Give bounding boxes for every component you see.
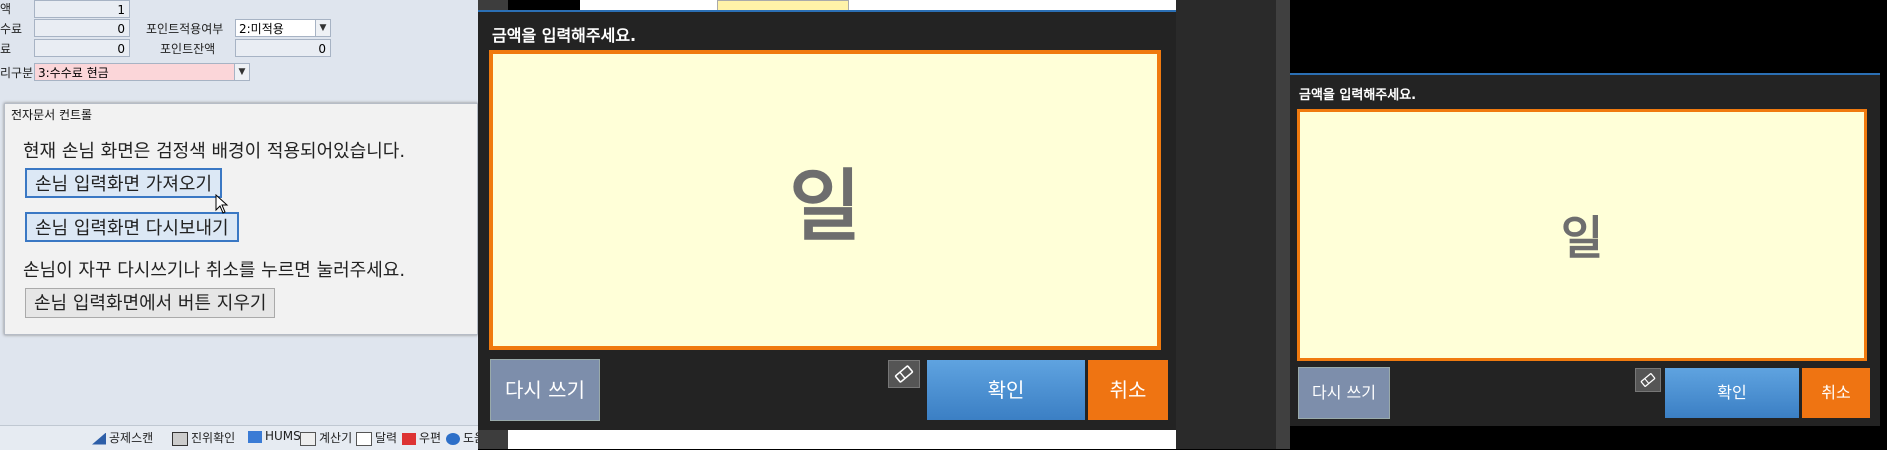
calendar-icon: [356, 431, 372, 446]
point-balance-field: 0: [235, 39, 331, 57]
status-item-calendar[interactable]: 달력: [356, 429, 397, 446]
amount-field[interactable]: 1: [34, 0, 130, 18]
status-item-mail[interactable]: 우편: [402, 429, 441, 446]
form-label-category: 리구분: [0, 66, 34, 80]
payment-form: 액 1 수료 0 포인트적용여부 2:미적용 ▼ 료 0 포인트잔액 0 리구분…: [0, 0, 348, 92]
handwriting-pad[interactable]: 일: [1297, 109, 1867, 361]
form-label-point-balance: 포인트잔액: [160, 42, 216, 56]
handwriting-pad[interactable]: 일: [489, 50, 1161, 350]
point-apply-select[interactable]: 2:미적용 ▼: [235, 19, 331, 37]
help-icon: [446, 432, 460, 445]
confirm-button[interactable]: 확인: [1665, 368, 1799, 418]
rewrite-button[interactable]: 다시 쓰기: [1298, 367, 1390, 419]
mouse-cursor-icon: [215, 194, 229, 214]
calculator-icon: [300, 431, 316, 446]
eraser-button[interactable]: [888, 360, 920, 388]
dialog-title: 전자문서 컨트롤: [11, 108, 93, 122]
resend-customer-screen-button[interactable]: 손님 입력화면 다시보내기: [25, 212, 239, 242]
category-value: 3:수수료 현금: [38, 66, 109, 80]
form-label-amount: 액: [0, 2, 12, 16]
category-select[interactable]: 3:수수료 현금 ▼: [34, 63, 250, 81]
cancel-button[interactable]: 취소: [1802, 368, 1870, 418]
customer-amount-input-panel: 금액을 입력해주세요. 일 다시 쓰기 확인 취소: [1290, 73, 1880, 426]
eraser-icon: [1640, 373, 1656, 387]
status-item-hums[interactable]: HUMS: [248, 429, 301, 443]
amount-input-panel: 금액을 입력해주세요. 일 다시 쓰기 확인 취소: [478, 10, 1176, 430]
chevron-down-icon: ▼: [315, 20, 330, 36]
cancel-button[interactable]: 취소: [1088, 360, 1168, 420]
mail-icon: [402, 432, 416, 445]
clear-customer-buttons-button[interactable]: 손님 입력화면에서 버튼 지우기: [25, 288, 276, 318]
e-document-control-dialog: 전자문서 컨트롤 현재 손님 화면은 검정색 배경이 적용되어있습니다. 손님 …: [4, 103, 478, 335]
eraser-icon: [894, 365, 914, 383]
handwritten-text: 일: [1560, 211, 1604, 265]
status-item-scan[interactable]: 공제스캔: [92, 429, 153, 446]
rewrite-button[interactable]: 다시 쓰기: [490, 359, 600, 421]
status-bar: 공제스캔 진위확인 HUMS 계산기 달력 우편 도움말: [0, 425, 496, 450]
form-label-fee: 수료: [0, 22, 23, 36]
fetch-customer-screen-button[interactable]: 손님 입력화면 가져오기: [25, 168, 223, 198]
point-apply-value: 2:미적용: [239, 22, 284, 36]
fee-field[interactable]: 0: [34, 19, 130, 37]
window-separator: [1276, 0, 1290, 449]
charge-field[interactable]: 0: [34, 39, 130, 57]
handwritten-text: 일: [789, 162, 861, 252]
panel-title: 금액을 입력해주세요.: [492, 26, 637, 45]
chevron-down-icon: ▼: [234, 64, 249, 80]
scan-icon: [92, 432, 106, 445]
status-item-calculator[interactable]: 계산기: [300, 429, 352, 446]
form-label-charge: 료: [0, 42, 12, 56]
form-label-point-apply: 포인트적용여부: [146, 22, 224, 36]
window-separator: [1176, 0, 1276, 449]
dialog-hint: 손님이 자꾸 다시쓰기나 취소를 누르면 눌러주세요.: [23, 260, 406, 281]
eraser-button[interactable]: [1635, 368, 1661, 392]
hums-icon: [248, 430, 262, 443]
panel-title: 금액을 입력해주세요.: [1299, 88, 1417, 103]
status-item-verify[interactable]: 진위확인: [172, 429, 235, 446]
dialog-notice: 현재 손님 화면은 검정색 배경이 적용되어있습니다.: [23, 141, 406, 162]
id-card-icon: [172, 431, 188, 446]
background-area: [508, 428, 1176, 449]
confirm-button[interactable]: 확인: [927, 360, 1085, 420]
host-application: 액 1 수료 0 포인트적용여부 2:미적용 ▼ 료 0 포인트잔액 0 리구분…: [0, 0, 496, 450]
